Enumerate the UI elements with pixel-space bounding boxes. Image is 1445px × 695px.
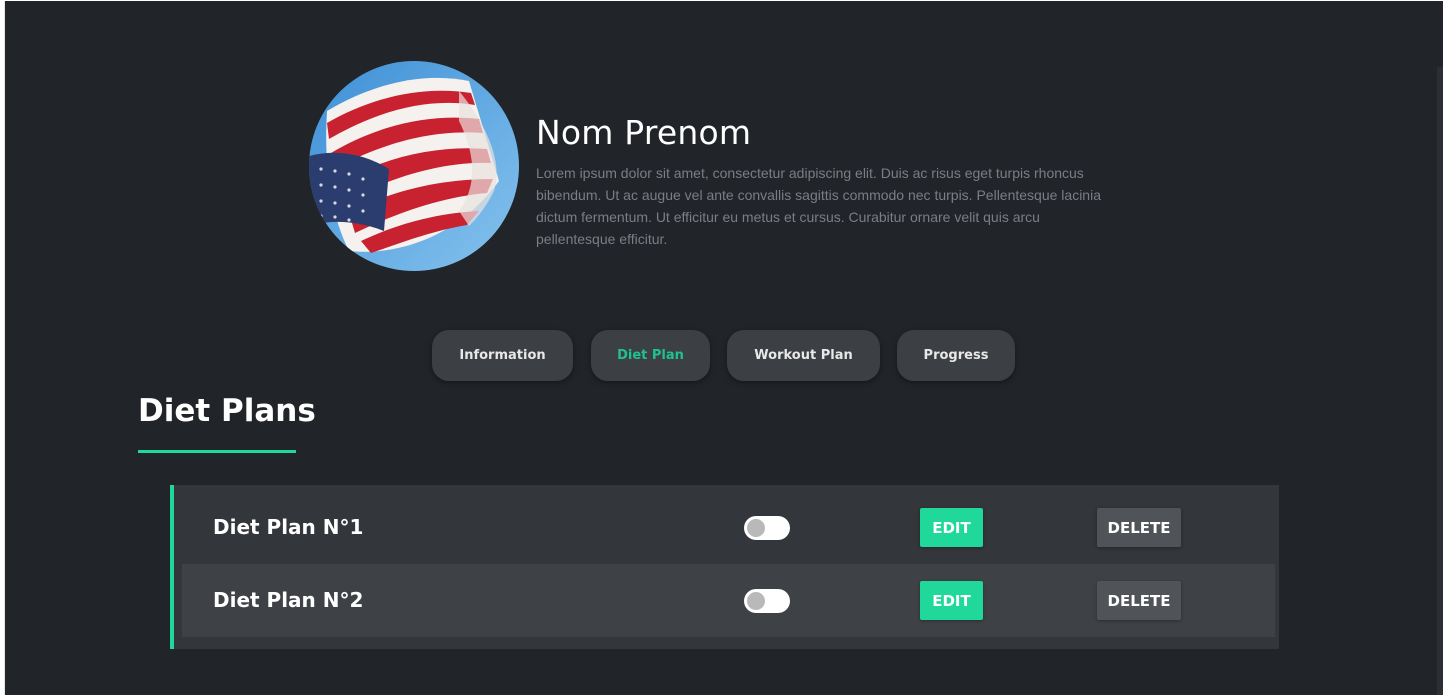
- plan-toggle[interactable]: [744, 516, 790, 540]
- section-underline: [138, 450, 296, 453]
- tab-workout-plan[interactable]: Workout Plan: [727, 330, 880, 381]
- tab-bar: Information Diet Plan Workout Plan Progr…: [5, 330, 1443, 381]
- plans-list: Diet Plan N°1 EDIT DELETE Diet Plan N°2 …: [170, 485, 1279, 649]
- plan-name: Diet Plan N°1: [213, 515, 364, 539]
- edit-button[interactable]: EDIT: [920, 581, 983, 620]
- profile-name: Nom Prenom: [536, 113, 752, 152]
- app-window: Nom Prenom Lorem ipsum dolor sit amet, c…: [4, 1, 1443, 695]
- flag-photo-icon: [309, 61, 519, 271]
- toggle-knob: [747, 592, 765, 610]
- section-title: Diet Plans: [138, 393, 316, 429]
- tab-progress[interactable]: Progress: [897, 330, 1015, 381]
- scrollbar[interactable]: [1437, 67, 1443, 695]
- delete-button[interactable]: DELETE: [1097, 581, 1181, 620]
- plan-row: Diet Plan N°1 EDIT DELETE: [182, 491, 1275, 564]
- toggle-knob: [747, 519, 765, 537]
- plan-toggle[interactable]: [744, 589, 790, 613]
- plan-name: Diet Plan N°2: [213, 588, 364, 612]
- plan-row: Diet Plan N°2 EDIT DELETE: [182, 564, 1275, 637]
- delete-button[interactable]: DELETE: [1097, 508, 1181, 547]
- edit-button[interactable]: EDIT: [920, 508, 983, 547]
- tab-information[interactable]: Information: [432, 330, 573, 381]
- tab-diet-plan[interactable]: Diet Plan: [591, 330, 710, 381]
- profile-bio: Lorem ipsum dolor sit amet, consectetur …: [536, 165, 1101, 247]
- avatar: [309, 61, 519, 271]
